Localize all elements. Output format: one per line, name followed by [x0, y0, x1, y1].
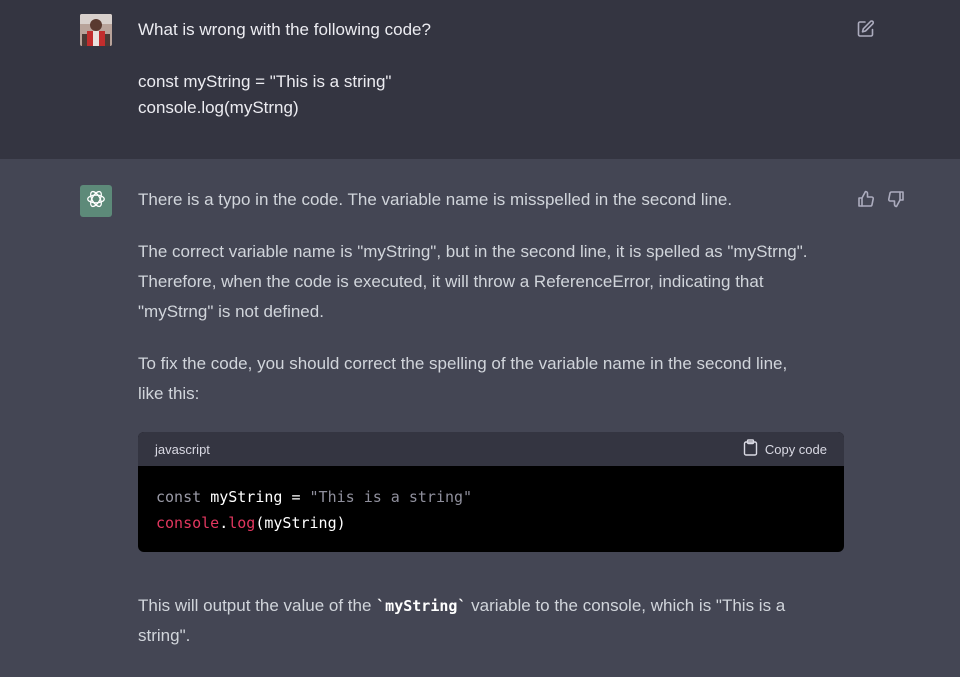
assistant-message-row: There is a typo in the code. The variabl… — [0, 159, 960, 677]
chat-page: What is wrong with the following code? c… — [0, 0, 960, 677]
user-message-text: What is wrong with the following code? c… — [138, 17, 828, 121]
reply-text: This will output the value of the — [138, 596, 377, 615]
user-message-line — [138, 43, 828, 69]
clipboard-icon — [743, 439, 758, 459]
copy-code-label: Copy code — [764, 441, 827, 457]
thumbs-down-icon[interactable] — [886, 189, 906, 209]
assistant-avatar — [80, 185, 112, 217]
reply-line: This will output the value of the `myStr… — [138, 591, 848, 621]
code-token-args: (myString) — [255, 514, 346, 532]
code-token-method: log — [228, 514, 256, 532]
code-line: const myString = "This is a string" — [156, 488, 472, 506]
code-token-string: "This is a string" — [309, 488, 473, 506]
reply-text: variable to the console, which is "This … — [466, 596, 786, 615]
reply-line: Therefore, when the code is executed, it… — [138, 272, 764, 291]
code-language-label: javascript — [155, 441, 210, 457]
reply-line: There is a typo in the code. The variabl… — [138, 190, 733, 209]
code-block-header: javascript Copy code — [138, 432, 844, 466]
user-message-line: What is wrong with the following code? — [138, 20, 431, 39]
code-token-keyword: const — [156, 488, 202, 506]
code-token-dot: . — [219, 514, 229, 532]
copy-code-button[interactable]: Copy code — [743, 439, 827, 459]
code-content: const myString = "This is a string" cons… — [138, 466, 844, 552]
inline-code: `myString` — [376, 597, 467, 615]
reply-line: The correct variable name is "myString",… — [138, 242, 808, 261]
reply-paragraph: This will output the value of the `myStr… — [138, 591, 848, 651]
thumbs-up-icon[interactable] — [856, 189, 876, 209]
reply-line: "myStrng" is not defined. — [138, 302, 324, 321]
code-block: javascript Copy code const myString = "T… — [138, 432, 844, 552]
user-message-row: What is wrong with the following code? c… — [0, 0, 960, 159]
user-message-line: console.log(myStrng) — [138, 98, 299, 117]
reply-paragraph: To fix the code, you should correct the … — [138, 349, 848, 409]
code-token-identifier: myString — [210, 488, 283, 506]
code-token-object: console — [156, 514, 220, 532]
reply-paragraph: There is a typo in the code. The variabl… — [138, 185, 848, 215]
reply-paragraph: The correct variable name is "myString",… — [138, 237, 848, 327]
reply-line: like this: — [138, 384, 200, 403]
code-token-operator: = — [291, 488, 301, 506]
reply-line: string". — [138, 626, 191, 645]
code-line: console.log(myString) — [156, 514, 346, 532]
user-message-line: const myString = "This is a string" — [138, 72, 392, 91]
edit-icon[interactable] — [856, 19, 876, 39]
user-avatar — [80, 14, 112, 46]
reply-line: To fix the code, you should correct the … — [138, 354, 788, 373]
openai-logo-icon — [85, 188, 107, 215]
